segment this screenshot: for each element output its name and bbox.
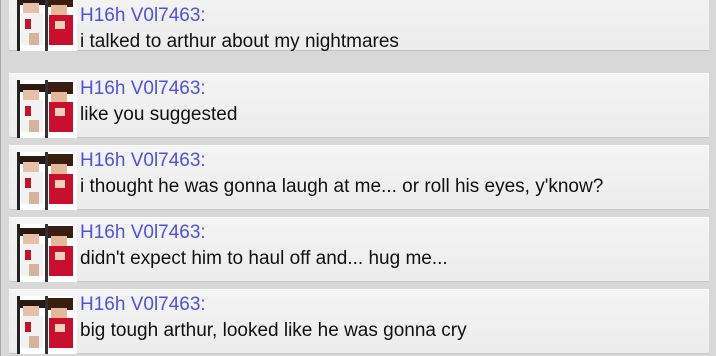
chat-message: H16h V0l7463: i talked to arthur about m…	[9, 0, 709, 52]
chat-message: H16h V0l7463: i thought he was gonna lau…	[9, 145, 709, 210]
chat-log: H16h V0l7463: i talked to arthur about m…	[0, 0, 716, 356]
message-sender: H16h V0l7463:	[80, 150, 206, 171]
character-pixel-avatar-icon[interactable]	[17, 80, 77, 138]
character-pixel-avatar-icon[interactable]	[17, 152, 77, 210]
chat-message: H16h V0l7463: big tough arthur, looked l…	[9, 289, 709, 354]
message-text: like you suggested	[80, 104, 238, 125]
message-text: i thought he was gonna laugh at me... or…	[80, 176, 604, 197]
message-sender: H16h V0l7463:	[80, 294, 206, 315]
chat-message: H16h V0l7463: like you suggested	[9, 73, 709, 138]
character-pixel-avatar-icon[interactable]	[17, 0, 77, 51]
message-text: i talked to arthur about my nightmares	[80, 31, 399, 52]
chat-message: H16h V0l7463: didn't expect him to haul …	[9, 217, 709, 282]
message-text: didn't expect him to haul off and... hug…	[80, 248, 448, 269]
message-sender: H16h V0l7463:	[80, 222, 206, 243]
character-pixel-avatar-icon[interactable]	[17, 224, 77, 282]
message-sender: H16h V0l7463:	[80, 5, 206, 26]
message-text: big tough arthur, looked like he was gon…	[80, 320, 467, 341]
character-pixel-avatar-icon[interactable]	[17, 296, 77, 354]
message-sender: H16h V0l7463:	[80, 78, 206, 99]
